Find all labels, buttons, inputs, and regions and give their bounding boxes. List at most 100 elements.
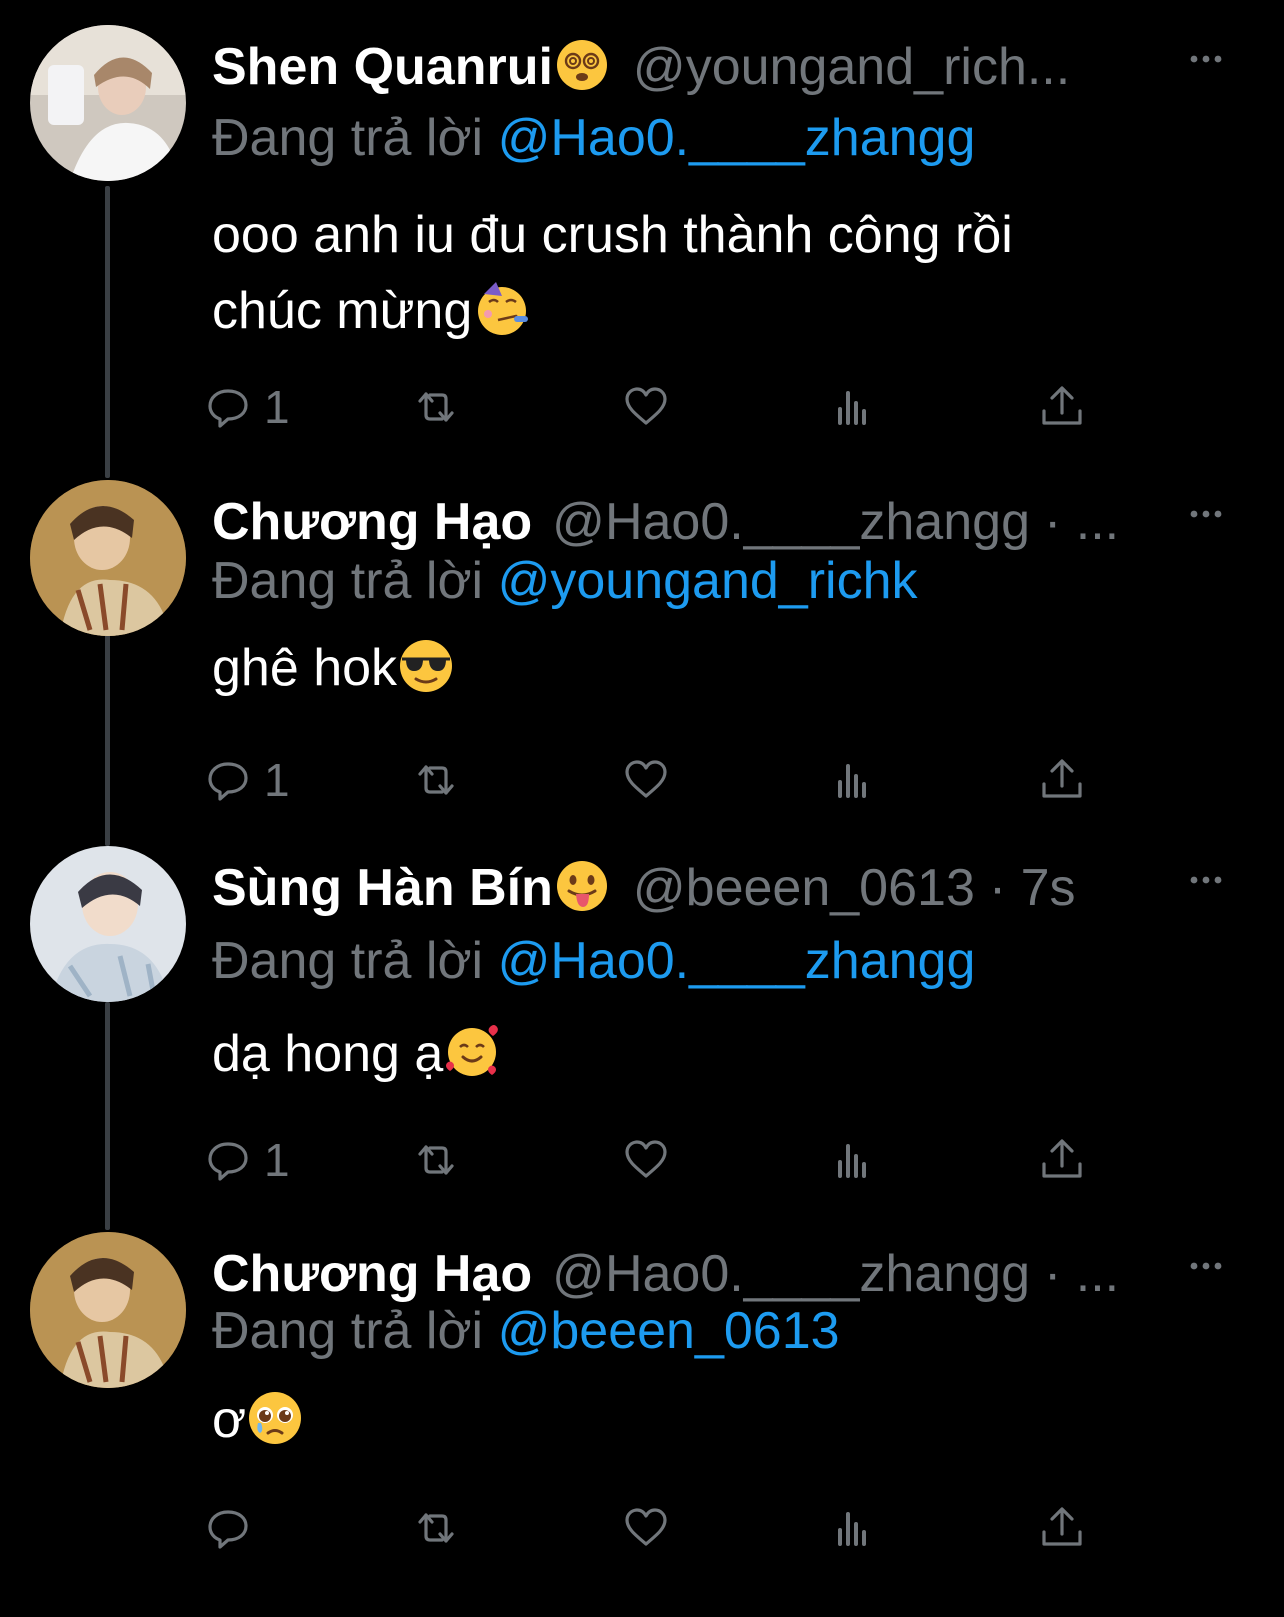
tweet-text: ơ	[212, 1382, 1212, 1458]
like-button[interactable]	[622, 1132, 670, 1188]
replying-to-label: Đang trả lời	[212, 1302, 484, 1360]
user-handle[interactable]: @youngand_rich...	[633, 38, 1070, 96]
tweet-actions: 1	[208, 379, 1112, 435]
share-button[interactable]	[1038, 1132, 1086, 1188]
pleading-face-emoji-icon	[249, 1392, 302, 1444]
tweet-timestamp: · ...	[1043, 1245, 1120, 1303]
analytics-icon	[838, 1144, 866, 1178]
replying-to-line: Đang trả lời @Hao0.____zhangg	[212, 107, 975, 169]
thread-line	[105, 186, 110, 478]
retweet-icon	[418, 392, 454, 422]
reply-icon	[208, 389, 248, 428]
heart-icon	[625, 1140, 667, 1178]
reply-to-handle-link[interactable]: @Hao0.____zhangg	[498, 932, 976, 990]
tweet-text-line: ooo anh iu đu crush thành công rồi	[212, 206, 1013, 264]
reply-count: 1	[264, 381, 290, 433]
partying-face-emoji-icon	[478, 282, 529, 335]
display-name[interactable]: Sùng Hàn Bín	[212, 859, 553, 917]
analytics-icon	[838, 1512, 866, 1546]
reply-button[interactable]: 1	[204, 379, 290, 435]
avatar[interactable]	[30, 1232, 186, 1388]
replying-to-label: Đang trả lời	[212, 932, 484, 990]
more-options-icon[interactable]	[1186, 860, 1226, 900]
replying-to-line: Đang trả lời @youngand_richk	[212, 550, 918, 612]
tweet-text: ooo anh iu đu crush thành công rồi chúc …	[212, 197, 1212, 349]
tweet-text-line: dạ hong ạ	[212, 1025, 444, 1083]
reply-to-handle-link[interactable]: @Hao0.____zhangg	[498, 109, 976, 167]
tweet-header: Shen Quanrui @youngand_rich...	[212, 37, 1212, 97]
views-button[interactable]	[830, 1132, 878, 1188]
views-button[interactable]	[830, 752, 878, 808]
user-handle[interactable]: @beeen_0613	[633, 859, 975, 917]
tweet-text-line: chúc mừng	[212, 282, 473, 340]
reply-button[interactable]: 1	[204, 1132, 290, 1188]
share-button[interactable]	[1038, 1500, 1086, 1556]
share-icon	[1042, 759, 1082, 798]
heart-icon	[625, 1508, 667, 1546]
display-name[interactable]: Chương Hạo	[212, 493, 532, 551]
avatar[interactable]	[30, 480, 186, 636]
display-name[interactable]: Chương Hạo	[212, 1245, 532, 1303]
share-button[interactable]	[1038, 752, 1086, 808]
tweet-header: Chương Hạo @Hao0.____zhangg · ...	[212, 492, 1212, 552]
like-button[interactable]	[622, 752, 670, 808]
replying-to-line: Đang trả lời @Hao0.____zhangg	[212, 930, 975, 992]
views-button[interactable]	[830, 1500, 878, 1556]
retweet-button[interactable]	[412, 1132, 460, 1188]
reply-icon	[208, 1510, 248, 1549]
tweet-text: dạ hong ạ	[212, 1016, 1212, 1092]
reply-button[interactable]: 1	[204, 752, 290, 808]
reply-count: 1	[264, 754, 290, 806]
tweet-actions	[208, 1500, 1112, 1556]
avatar[interactable]	[30, 846, 186, 1002]
tweet-text-line: ơ	[212, 1391, 247, 1449]
user-handle[interactable]: @Hao0.____zhangg	[552, 1245, 1030, 1303]
retweet-icon	[418, 1513, 454, 1543]
analytics-icon	[838, 764, 866, 798]
share-button[interactable]	[1038, 379, 1086, 435]
tweet-text-line: ghê hok	[212, 639, 398, 697]
tweet-actions: 1	[208, 1132, 1112, 1188]
share-icon	[1042, 1139, 1082, 1178]
retweet-icon	[418, 765, 454, 795]
retweet-button[interactable]	[412, 752, 460, 808]
tweet-header: Sùng Hàn Bín @beeen_0613 · 7s	[212, 858, 1212, 918]
avatar[interactable]	[30, 25, 186, 181]
tweet-header: Chương Hạo @Hao0.____zhangg · ...	[212, 1244, 1212, 1304]
tongue-face-emoji-icon	[556, 861, 607, 911]
heart-icon	[625, 760, 667, 798]
user-handle[interactable]: @Hao0.____zhangg	[552, 493, 1030, 551]
tweet-text: ghê hok	[212, 630, 1212, 706]
tweet-timestamp: · 7s	[988, 859, 1076, 917]
sunglasses-face-emoji-icon	[400, 640, 453, 692]
more-options-icon[interactable]	[1186, 39, 1226, 79]
heart-icon	[625, 387, 667, 425]
share-icon	[1042, 1507, 1082, 1546]
smiling-face-with-hearts-emoji-icon	[446, 1025, 499, 1076]
thread-line	[105, 1002, 110, 1230]
reply-button[interactable]	[204, 1500, 264, 1556]
tweet-timestamp: · ...	[1043, 493, 1120, 551]
tweet-actions: 1	[208, 752, 1112, 808]
share-icon	[1042, 386, 1082, 425]
views-button[interactable]	[830, 379, 878, 435]
reply-icon	[208, 762, 248, 801]
reply-icon	[208, 1142, 248, 1181]
reply-count: 1	[264, 1134, 290, 1186]
dizzy-face-emoji-icon	[556, 40, 607, 90]
more-options-icon[interactable]	[1186, 494, 1226, 534]
analytics-icon	[838, 391, 866, 425]
retweet-button[interactable]	[412, 379, 460, 435]
like-button[interactable]	[622, 1500, 670, 1556]
replying-to-label: Đang trả lời	[212, 109, 484, 167]
like-button[interactable]	[622, 379, 670, 435]
thread-line	[105, 634, 110, 846]
more-options-icon[interactable]	[1186, 1246, 1226, 1286]
retweet-icon	[418, 1145, 454, 1175]
reply-to-handle-link[interactable]: @youngand_richk	[498, 552, 918, 610]
reply-to-handle-link[interactable]: @beeen_0613	[498, 1302, 840, 1360]
retweet-button[interactable]	[412, 1500, 460, 1556]
replying-to-line: Đang trả lời @beeen_0613	[212, 1300, 840, 1362]
display-name[interactable]: Shen Quanrui	[212, 38, 553, 96]
replying-to-label: Đang trả lời	[212, 552, 484, 610]
